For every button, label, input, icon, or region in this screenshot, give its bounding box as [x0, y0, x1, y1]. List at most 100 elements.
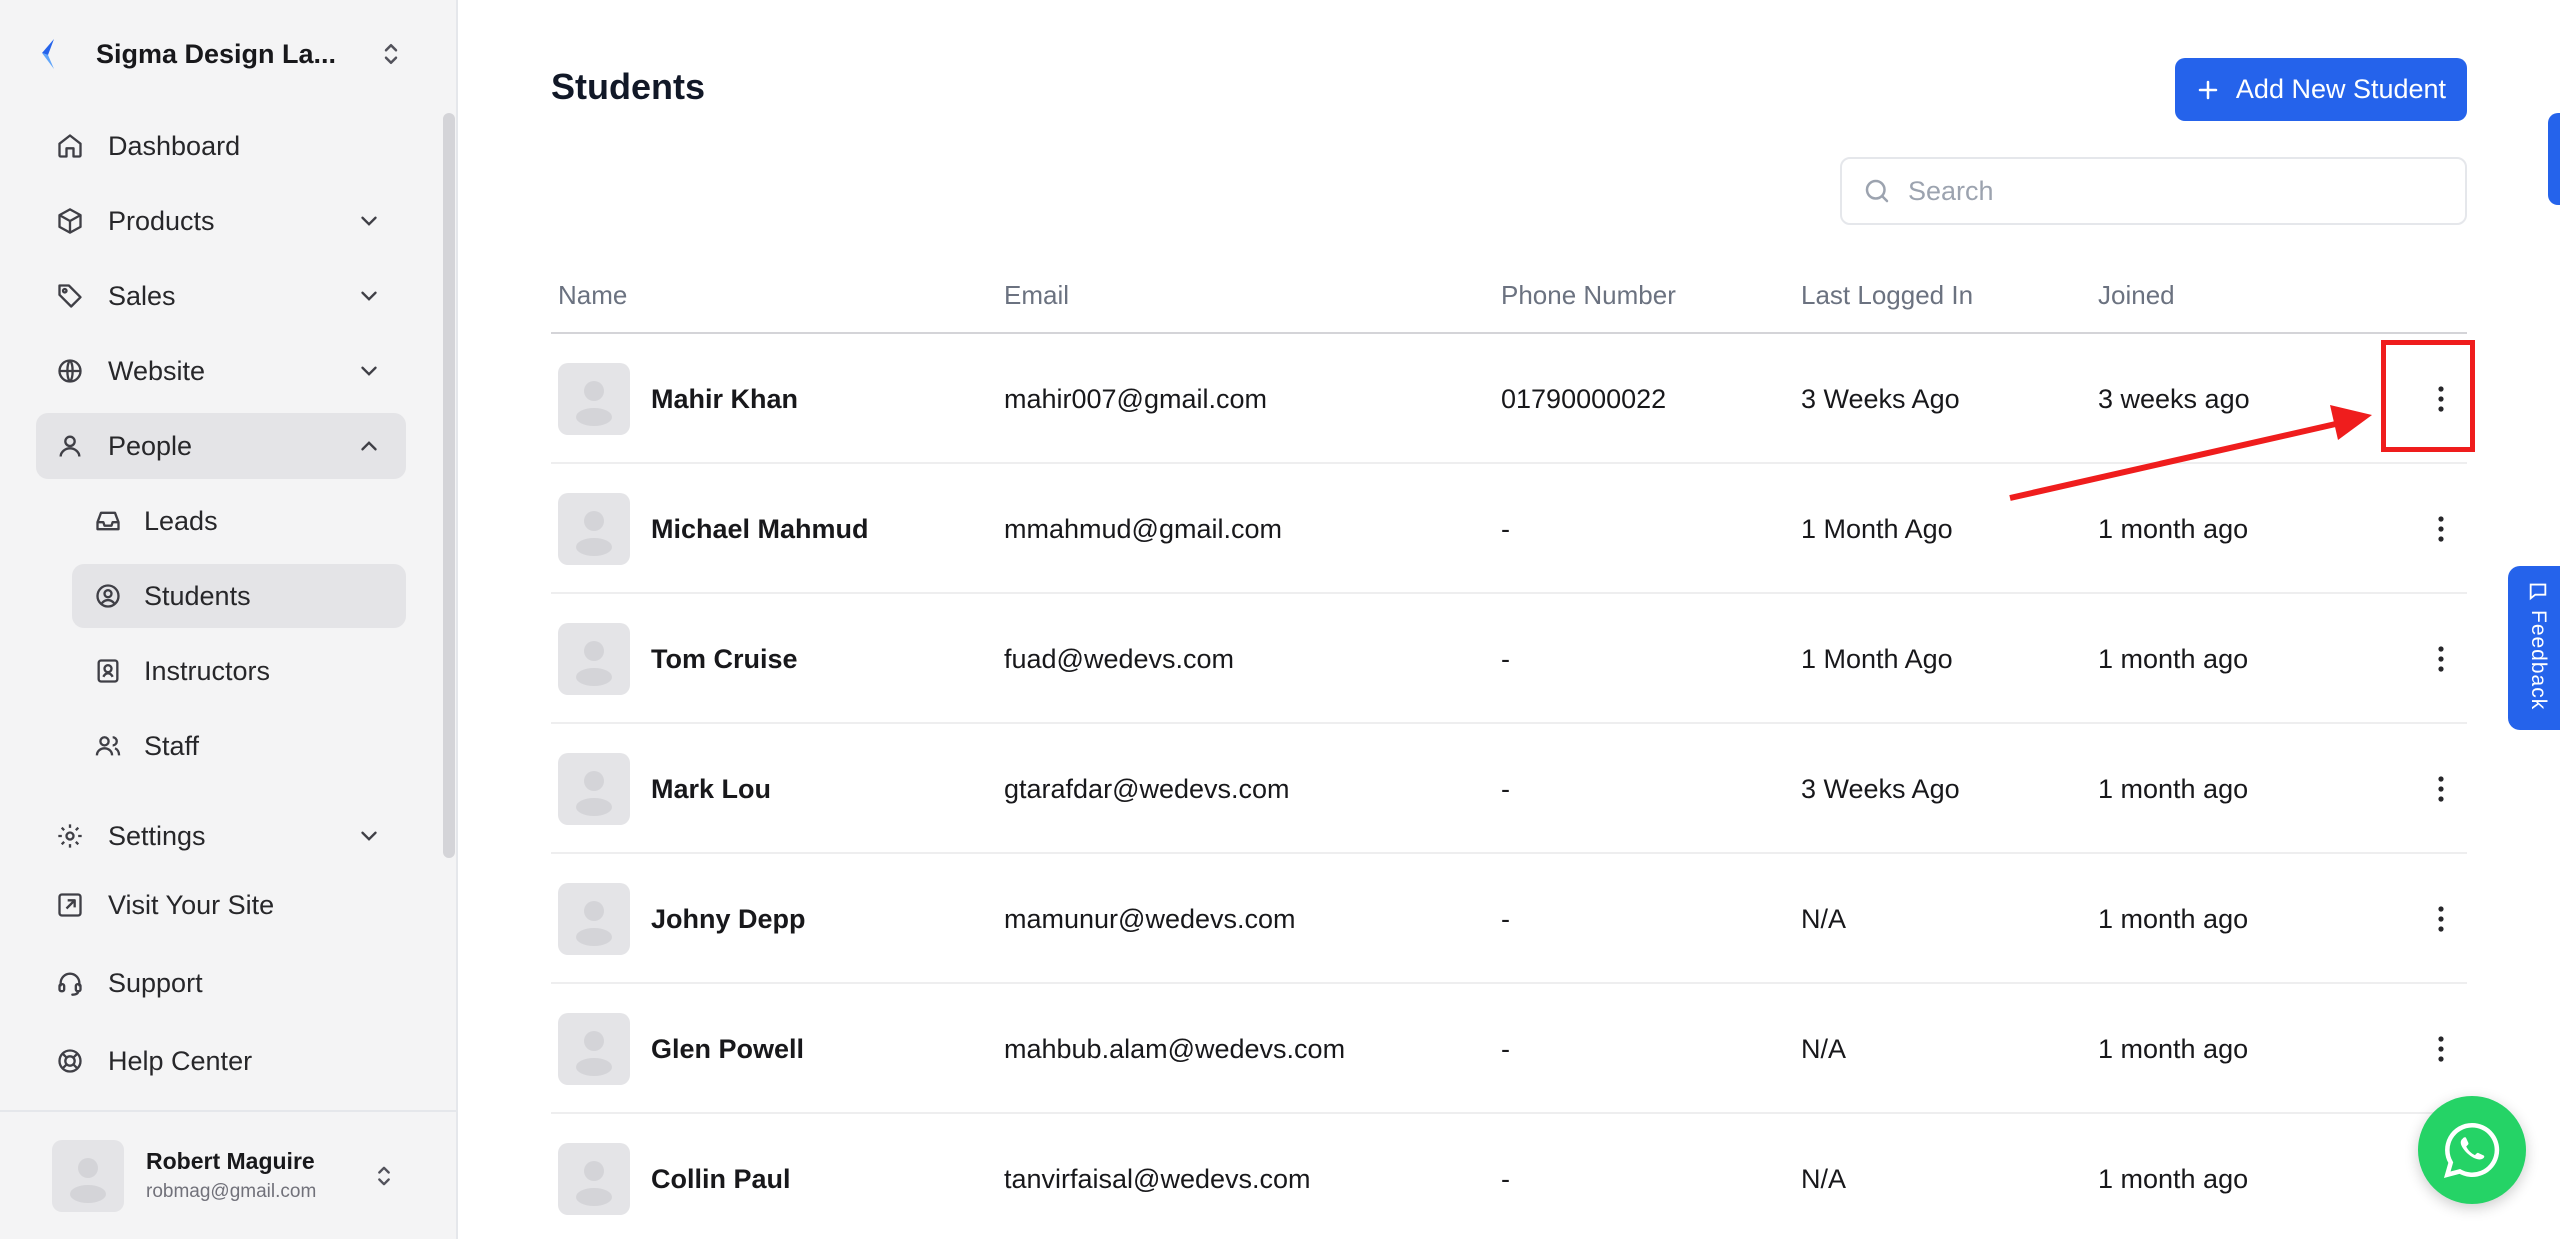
- user-menu[interactable]: Robert Maguire robmag@gmail.com: [0, 1110, 456, 1239]
- more-vertical-icon: [2438, 776, 2444, 802]
- sidebar-item-label: Help Center: [108, 1045, 253, 1076]
- feedback-tab[interactable]: Feedback: [2508, 566, 2560, 730]
- row-actions-button[interactable]: [2421, 899, 2461, 939]
- sidebar-item-visit-site[interactable]: Visit Your Site: [36, 872, 406, 938]
- sidebar-item-help-center[interactable]: Help Center: [36, 1028, 406, 1094]
- user-circle-icon: [96, 584, 120, 608]
- sidebar-item-people[interactable]: People: [36, 413, 406, 479]
- sidebar-item-dashboard[interactable]: Dashboard: [36, 113, 406, 179]
- student-name[interactable]: Michael Mahmud: [651, 514, 869, 545]
- avatar: [558, 883, 630, 955]
- sidebar: Sigma Design La... Dashboard Products Sa…: [0, 0, 458, 1239]
- lifebuoy-icon: [58, 1049, 82, 1073]
- sidebar-item-label: People: [108, 430, 193, 461]
- avatar-placeholder-icon: [576, 771, 612, 816]
- chevron-down-icon: [361, 291, 377, 301]
- cell-joined: 1 month ago: [2098, 903, 2249, 934]
- sidebar-scrollbar[interactable]: [443, 113, 455, 858]
- cell-phone: 01790000022: [1501, 383, 1667, 414]
- cell-name: Mahir Khan: [558, 334, 798, 464]
- column-header-email[interactable]: Email: [1004, 280, 1069, 311]
- search-input[interactable]: [1908, 175, 2448, 207]
- cell-name: Mark Lou: [558, 724, 771, 854]
- row-actions-button[interactable]: [2421, 1029, 2461, 1069]
- sidebar-item-students[interactable]: Students: [72, 564, 406, 628]
- sidebar-item-label: Leads: [144, 505, 218, 536]
- cell-joined: 1 month ago: [2098, 773, 2249, 804]
- table-row[interactable]: Tom Cruise fuad@wedevs.com - 1 Month Ago 1 m…: [551, 594, 2467, 724]
- avatar-placeholder-icon: [576, 901, 612, 946]
- cell-email: mamunur@wedevs.com: [1004, 903, 1296, 934]
- column-header-joined[interactable]: Joined: [2098, 280, 2175, 311]
- cell-last-logged-in: N/A: [1801, 903, 1847, 934]
- users-icon: [95, 736, 121, 756]
- student-name[interactable]: Collin Paul: [651, 1164, 791, 1195]
- cell-joined: 3 weeks ago: [2098, 383, 2250, 414]
- avatar-placeholder-icon: [576, 641, 612, 686]
- cell-name: Tom Cruise: [558, 594, 798, 724]
- avatar: [558, 363, 630, 435]
- page-title: Students: [551, 66, 706, 107]
- row-actions-button[interactable]: [2421, 769, 2461, 809]
- cell-email: mmahmud@gmail.com: [1004, 513, 1282, 544]
- more-vertical-icon: [2438, 906, 2444, 932]
- sidebar-item-sales[interactable]: Sales: [36, 263, 406, 329]
- table-row[interactable]: Michael Mahmud mmahmud@gmail.com - 1 Month …: [551, 464, 2467, 594]
- cell-last-logged-in: N/A: [1801, 1033, 1847, 1064]
- sidebar-item-products[interactable]: Products: [36, 188, 406, 254]
- sidebar-item-support[interactable]: Support: [36, 950, 406, 1016]
- student-name[interactable]: Johny Depp: [651, 904, 806, 935]
- sidebar-item-label: Dashboard: [108, 130, 241, 161]
- sidebar-item-label: Staff: [144, 730, 200, 761]
- more-vertical-icon: [2438, 646, 2444, 672]
- workspace-name: Sigma Design La...: [96, 38, 337, 69]
- chevron-down-icon: [361, 831, 377, 841]
- gear-icon: [58, 824, 82, 848]
- cell-email: mahbub.alam@wedevs.com: [1004, 1033, 1346, 1064]
- search-icon: [1865, 179, 1889, 203]
- cell-last-logged-in: 1 Month Ago: [1801, 513, 1953, 544]
- side-edge-tab[interactable]: [2548, 113, 2560, 205]
- sidebar-item-instructors[interactable]: Instructors: [72, 639, 406, 703]
- chevron-up-down-icon: [384, 44, 398, 64]
- sidebar-item-leads[interactable]: Leads: [72, 489, 406, 553]
- headset-icon: [58, 972, 82, 996]
- student-name[interactable]: Mark Lou: [651, 774, 771, 805]
- avatar-placeholder-icon: [70, 1157, 106, 1203]
- cell-phone: -: [1501, 773, 1510, 804]
- student-name[interactable]: Tom Cruise: [651, 644, 798, 675]
- table-row[interactable]: Mark Lou gtarafdar@wedevs.com - 3 Weeks Ago…: [551, 724, 2467, 854]
- table-row[interactable]: Glen Powell mahbub.alam@wedevs.com - N/A 1 m…: [551, 984, 2467, 1114]
- student-name[interactable]: Glen Powell: [651, 1034, 804, 1065]
- row-actions-button[interactable]: [2421, 639, 2461, 679]
- row-actions-button[interactable]: [2421, 509, 2461, 549]
- cell-joined: 1 month ago: [2098, 643, 2249, 674]
- cell-phone: -: [1501, 1163, 1510, 1194]
- tag-icon: [58, 284, 82, 308]
- column-header-last-logged-in[interactable]: Last Logged In: [1801, 280, 1973, 311]
- cell-phone: -: [1501, 643, 1510, 674]
- cell-joined: 1 month ago: [2098, 1163, 2249, 1194]
- sidebar-item-label: Students: [144, 580, 251, 611]
- add-new-student-button[interactable]: Add New Student: [2175, 58, 2467, 121]
- student-name[interactable]: Mahir Khan: [651, 384, 798, 415]
- table-row[interactable]: Collin Paul tanvirfaisal@wedevs.com - N/A 1 …: [551, 1114, 2467, 1239]
- cell-name: Michael Mahmud: [558, 464, 869, 594]
- column-header-phone[interactable]: Phone Number: [1501, 280, 1676, 311]
- sidebar-item-settings[interactable]: Settings: [36, 803, 406, 869]
- cell-phone: -: [1501, 903, 1510, 934]
- avatar-placeholder-icon: [576, 1161, 612, 1206]
- table-row[interactable]: Mahir Khan mahir007@gmail.com 01790000022 3…: [551, 334, 2467, 464]
- more-vertical-icon: [2438, 516, 2444, 542]
- user-name: Robert Maguire: [146, 1148, 315, 1174]
- sidebar-item-staff[interactable]: Staff: [72, 714, 406, 778]
- column-header-name[interactable]: Name: [558, 280, 627, 311]
- cell-email: gtarafdar@wedevs.com: [1004, 773, 1290, 804]
- globe-icon: [58, 359, 82, 383]
- sidebar-item-website[interactable]: Website: [36, 338, 406, 404]
- table-header: Name Email Phone Number Last Logged In J…: [551, 262, 2467, 334]
- table-row[interactable]: Johny Depp mamunur@wedevs.com - N/A 1 month …: [551, 854, 2467, 984]
- workspace-switcher[interactable]: Sigma Design La...: [36, 28, 406, 80]
- whatsapp-chat-button[interactable]: [2418, 1096, 2526, 1204]
- sidebar-item-label: Instructors: [144, 655, 271, 686]
